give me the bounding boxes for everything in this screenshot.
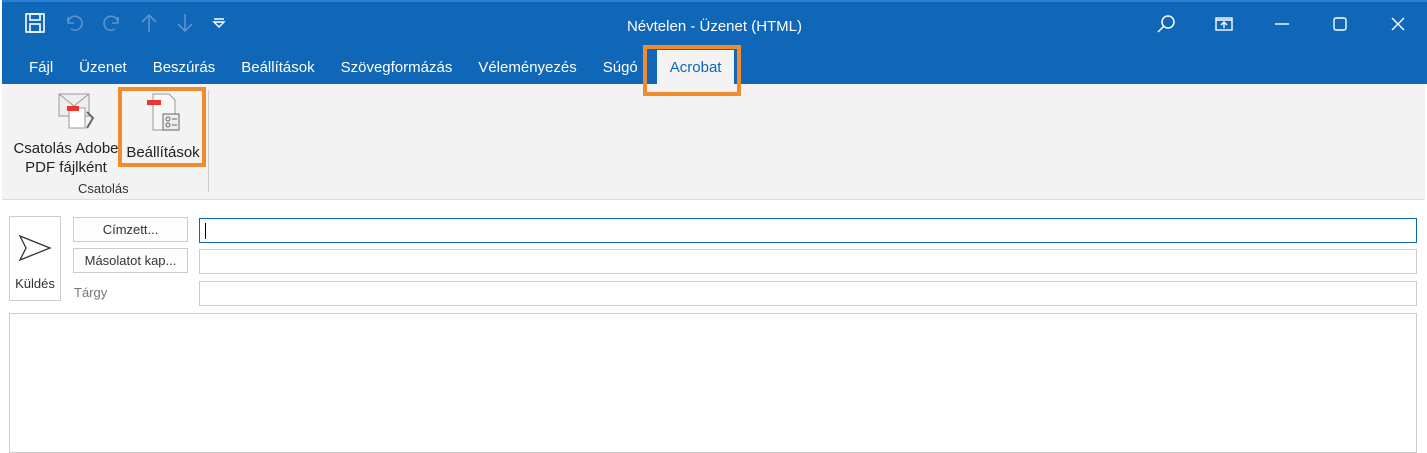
subject-label: Tárgy bbox=[74, 285, 108, 300]
highlight-settings-button bbox=[118, 87, 206, 167]
ribbon-tabs: Fájl Üzenet Beszúrás Beállítások Szövegf… bbox=[16, 50, 740, 86]
cc-input[interactable] bbox=[199, 249, 1417, 274]
tab-insert[interactable]: Beszúrás bbox=[140, 50, 229, 86]
send-icon bbox=[18, 234, 52, 262]
envelope-pdf-icon bbox=[58, 93, 95, 129]
ribbon: Csatolás Adobe PDF fájlként Beállítások … bbox=[2, 84, 1425, 200]
subject-input[interactable] bbox=[199, 281, 1417, 306]
cc-button[interactable]: Másolatot kap... bbox=[73, 248, 188, 273]
minimize-icon[interactable] bbox=[1253, 8, 1311, 40]
search-icon[interactable] bbox=[1137, 8, 1195, 40]
attach-as-pdf-label-2: PDF fájlként bbox=[25, 159, 107, 176]
attach-as-pdf-button[interactable]: Csatolás Adobe PDF fájlként bbox=[12, 90, 120, 177]
tab-help[interactable]: Súgó bbox=[590, 50, 651, 86]
to-button[interactable]: Címzett... bbox=[73, 217, 188, 242]
message-body[interactable] bbox=[9, 313, 1417, 453]
to-input[interactable] bbox=[199, 218, 1417, 243]
tab-file[interactable]: Fájl bbox=[16, 50, 66, 86]
close-icon[interactable] bbox=[1369, 8, 1427, 40]
maximize-icon[interactable] bbox=[1311, 8, 1369, 40]
ribbon-display-icon[interactable] bbox=[1195, 8, 1253, 40]
attach-as-pdf-label-1: Csatolás Adobe bbox=[13, 140, 119, 157]
tab-options[interactable]: Beállítások bbox=[228, 50, 327, 86]
tab-message[interactable]: Üzenet bbox=[66, 50, 140, 86]
send-label: Küldés bbox=[15, 276, 55, 291]
tab-format-text[interactable]: Szövegformázás bbox=[328, 50, 466, 86]
group-separator bbox=[208, 90, 209, 192]
highlight-acrobat-tab bbox=[643, 45, 741, 96]
send-button[interactable]: Küldés bbox=[9, 216, 61, 301]
group-label-attach: Csatolás bbox=[78, 181, 129, 196]
text-cursor bbox=[205, 223, 206, 239]
tab-review[interactable]: Véleményezés bbox=[465, 50, 589, 86]
